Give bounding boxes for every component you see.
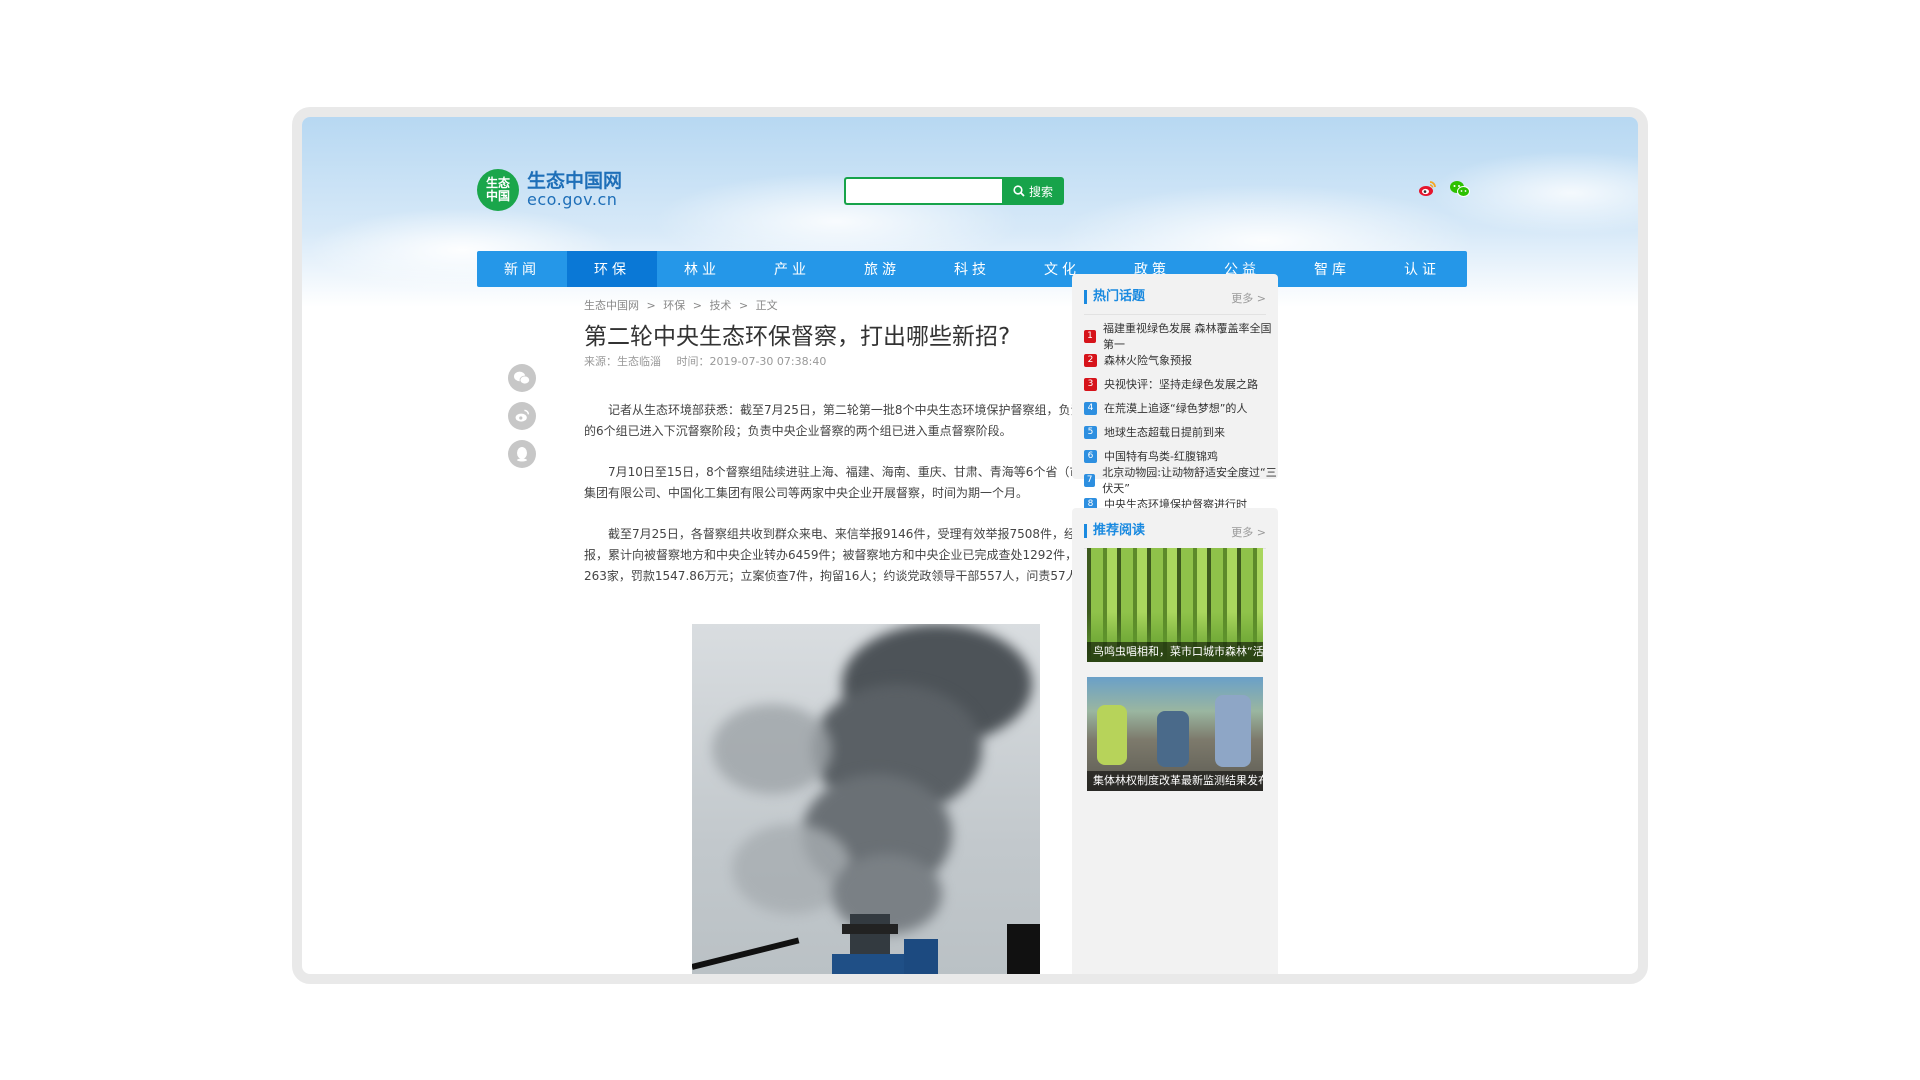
nav-item-certification[interactable]: 认证 [1377,251,1467,287]
nav-item-technology[interactable]: 科技 [927,251,1017,287]
rank-badge: 2 [1084,353,1097,367]
hot-topic-text: 中国特有鸟类-红腹锦鸡 [1104,450,1218,463]
nav-item-forestry[interactable]: 林业 [657,251,747,287]
search-input[interactable] [844,177,1002,205]
share-wechat-button[interactable] [508,364,536,392]
article-meta: 来源：生态临淄 时间：2019-07-30 07:38:40 [584,353,838,369]
share-sidebar [508,364,536,468]
hot-topics-more-link[interactable]: 更多 > [1231,290,1266,306]
hot-topic-text: 福建重视绿色发展 森林覆盖率全国第一 [1102,322,1272,351]
social-links [1417,179,1470,199]
breadcrumb: 生态中国网 > 环保 > 技术 > 正文 [584,299,778,312]
recommend-panel: 推荐阅读 更多 > 鸟鸣虫唱相和，菜市口城市森林“活”了 集体林权制度改革最新监… [1072,508,1278,974]
recommend-more-link[interactable]: 更多 > [1231,524,1266,540]
wechat-icon[interactable] [1449,179,1470,199]
breadcrumb-home[interactable]: 生态中国网 [584,299,639,312]
recommend-item[interactable]: 鸟鸣虫唱相和，菜市口城市森林“活”了 [1087,548,1263,662]
rank-badge: 1 [1084,329,1096,343]
logo-chinese-name: 生态中国网 [527,170,623,192]
breadcrumb-current: 正文 [755,299,778,312]
wechat-icon [514,371,531,385]
breadcrumb-technology[interactable]: 技术 [709,299,731,312]
rank-badge: 3 [1084,377,1097,391]
hot-topic-text: 央视快评：坚持走绿色发展之路 [1104,378,1258,391]
hot-topics-list: 1 福建重视绿色发展 森林覆盖率全国第一 2 森林火险气象预报 3 央视快评：坚持走绿色发… [1084,322,1278,516]
hot-topic-item[interactable]: 4 在荒漠上追逐“绿色梦想”的人 [1084,396,1278,420]
hot-topic-item[interactable]: 3 央视快评：坚持走绿色发展之路 [1084,372,1278,396]
rank-badge: 6 [1084,449,1097,463]
hot-topic-text: 在荒漠上追逐“绿色梦想”的人 [1104,402,1248,415]
hot-topic-item[interactable]: 7 北京动物园:让动物舒适安全度过“三伏天” [1084,466,1278,495]
search-button[interactable]: 搜索 [1002,177,1064,205]
recommend-caption: 鸟鸣虫唱相和，菜市口城市森林“活”了 [1087,642,1263,662]
search-icon [1013,185,1025,197]
search-bar: 搜索 [844,177,1064,205]
recommend-title: 推荐阅读 [1084,524,1145,538]
rank-badge: 7 [1084,473,1096,487]
qq-icon [517,447,527,462]
recommend-caption: 集体林权制度改革最新监测结果发布 [1087,771,1263,791]
site-logo[interactable]: 生态 中国 生态中国网 eco.gov.cn [477,169,622,211]
search-button-label: 搜索 [1028,184,1053,199]
weibo-icon [515,409,530,422]
nav-item-environment[interactable]: 环保 [567,251,657,287]
nav-item-travel[interactable]: 旅游 [837,251,927,287]
hot-topic-text: 地球生态超载日提前到来 [1104,426,1225,439]
hot-topics-panel: 热门话题 更多 > 1 福建重视绿色发展 森林覆盖率全国第一 2 森林火险气象预报 3 央… [1072,274,1278,511]
article-time: 时间：2019-07-30 07:38:40 [676,355,827,368]
hot-topic-item[interactable]: 1 福建重视绿色发展 森林覆盖率全国第一 [1084,322,1278,351]
breadcrumb-environment[interactable]: 环保 [663,299,685,312]
logo-domain: eco.gov.cn [527,190,618,209]
hot-topics-title: 热门话题 [1084,290,1145,304]
share-weibo-button[interactable] [508,402,536,430]
share-qq-button[interactable] [508,440,536,468]
rank-badge: 4 [1084,401,1097,415]
logo-mark-icon: 生态 中国 [477,169,519,211]
nav-item-news[interactable]: 新闻 [477,251,567,287]
article-source: 来源：生态临淄 [584,355,661,368]
article-photo-smokestack [692,624,1040,974]
recommend-item[interactable]: 集体林权制度改革最新监测结果发布 [1087,677,1263,791]
main-nav: 新闻 环保 林业 产业 旅游 科技 文化 政策 公益 智库 认证 [477,251,1467,287]
nav-item-think-tank[interactable]: 智库 [1287,251,1377,287]
weibo-icon[interactable] [1417,179,1437,199]
browser-frame: 生态 中国 生态中国网 eco.gov.cn 搜索 新闻 环保 林业 产业 旅游… [292,107,1648,984]
hot-topic-text: 森林火险气象预报 [1104,354,1192,367]
rank-badge: 5 [1084,425,1097,439]
nav-item-industry[interactable]: 产业 [747,251,837,287]
hot-topic-text: 北京动物园:让动物舒适安全度过“三伏天” [1102,466,1277,495]
hot-topic-item[interactable]: 5 地球生态超载日提前到来 [1084,420,1278,444]
